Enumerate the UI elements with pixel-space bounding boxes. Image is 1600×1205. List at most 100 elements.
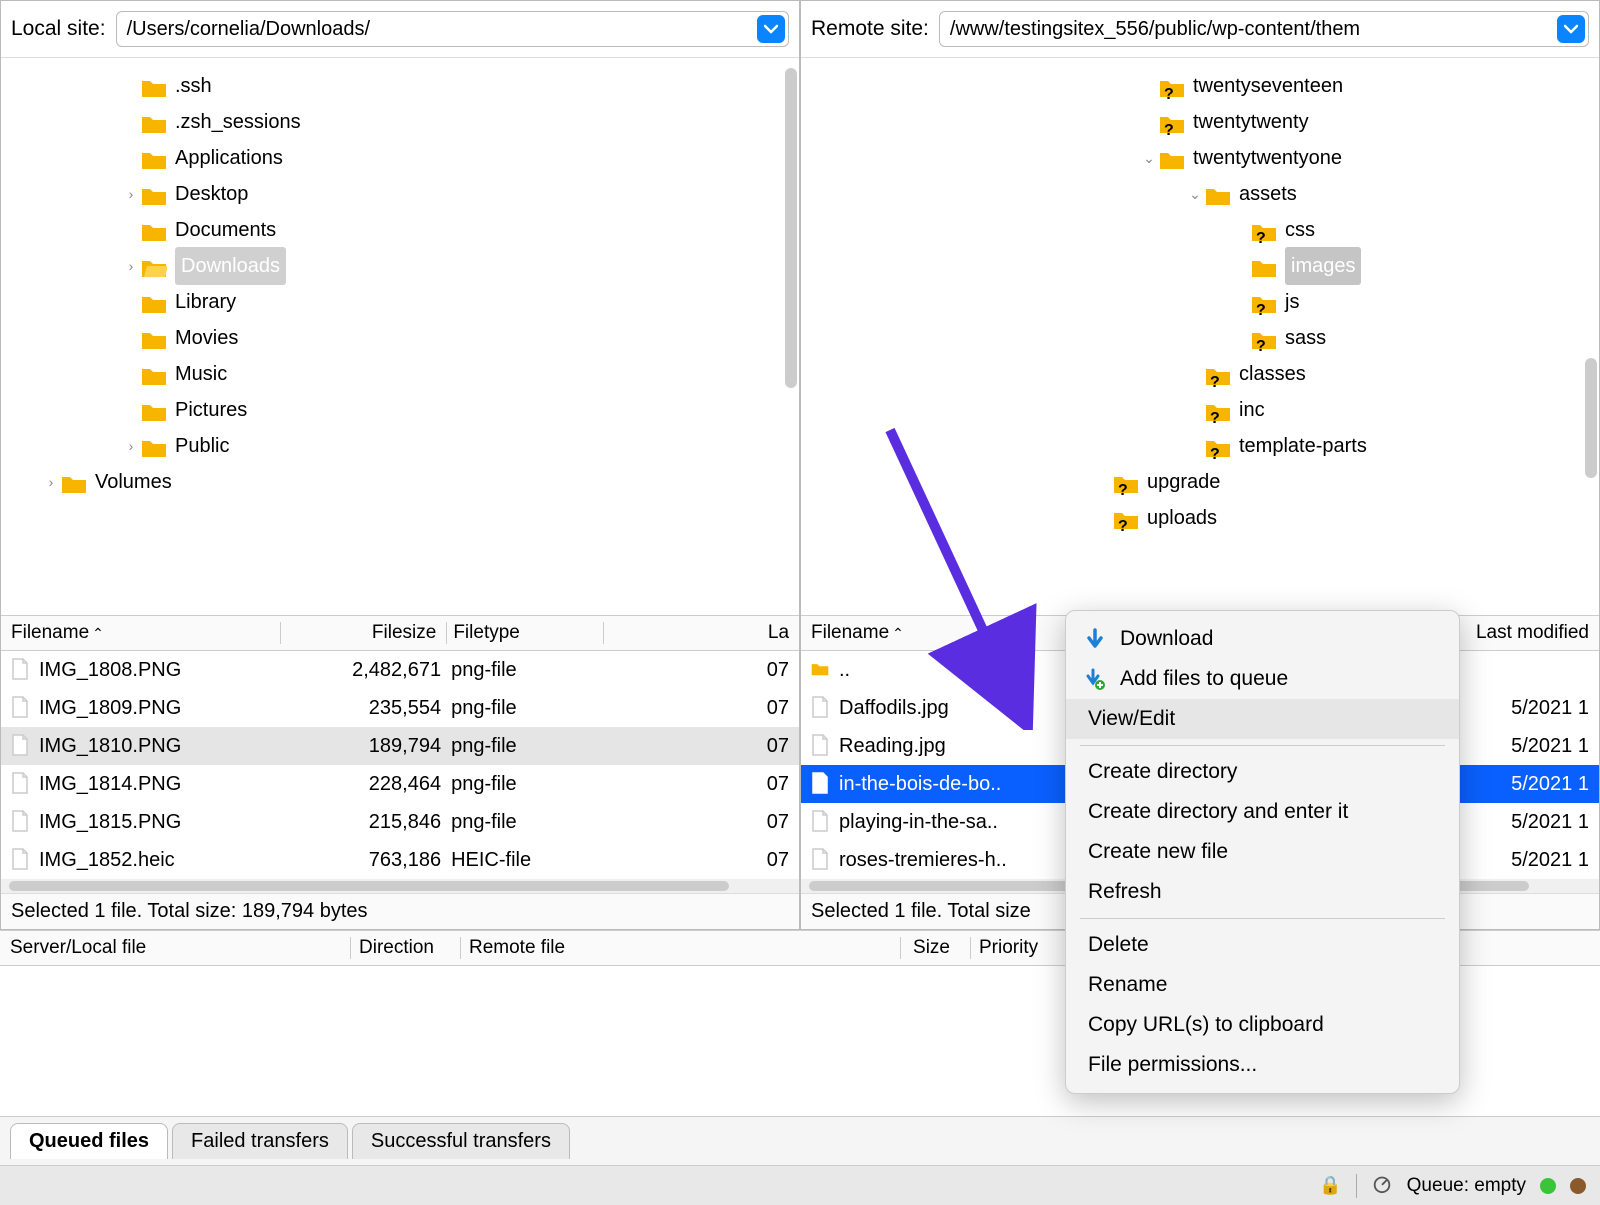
menu-copy-url[interactable]: Copy URL(s) to clipboard [1066, 1005, 1459, 1045]
tree-node[interactable]: ⌄assets [801, 176, 1599, 212]
menu-refresh[interactable]: Refresh [1066, 872, 1459, 912]
file-row[interactable]: IMG_1810.PNG189,794png-file07 [1, 727, 799, 765]
file-name: Daffodils.jpg [839, 697, 949, 720]
add-queue-icon [1084, 668, 1106, 690]
folder-icon [141, 75, 167, 97]
file-row[interactable]: IMG_1809.PNG235,554png-file07 [1, 689, 799, 727]
file-icon [811, 734, 831, 758]
folder-icon [141, 255, 167, 277]
tree-node[interactable]: ?template-parts [801, 428, 1599, 464]
folder-icon [141, 219, 167, 241]
menu-permissions[interactable]: File permissions... [1066, 1045, 1459, 1085]
menu-label: File permissions... [1088, 1053, 1257, 1077]
file-size: 763,186 [287, 849, 451, 872]
qcol-size[interactable]: Size [900, 937, 970, 959]
folder-icon [141, 183, 167, 205]
tree-label: inc [1239, 392, 1265, 428]
tree-node[interactable]: Pictures [1, 392, 799, 428]
file-icon [811, 810, 831, 834]
disclosure-icon[interactable]: › [121, 428, 141, 464]
menu-delete[interactable]: Delete [1066, 925, 1459, 965]
remote-path-dropdown[interactable] [1557, 15, 1585, 43]
file-type: png-file [451, 697, 605, 720]
tree-node[interactable]: images [801, 248, 1599, 284]
tree-label: Music [175, 356, 227, 392]
disclosure-icon[interactable]: ⌄ [1139, 140, 1159, 176]
scrollbar[interactable] [785, 68, 797, 388]
local-status: Selected 1 file. Total size: 189,794 byt… [1, 893, 799, 929]
folder-icon: ? [1159, 75, 1185, 97]
tab-queued[interactable]: Queued files [10, 1123, 168, 1159]
tree-node[interactable]: ›Downloads [1, 248, 799, 284]
local-path-dropdown[interactable] [757, 15, 785, 43]
tree-node[interactable]: Applications [1, 140, 799, 176]
menu-add-queue[interactable]: Add files to queue [1066, 659, 1459, 699]
disclosure-icon[interactable]: › [121, 176, 141, 212]
menu-create-file[interactable]: Create new file [1066, 832, 1459, 872]
qcol-remote[interactable]: Remote file [460, 937, 900, 959]
tree-node[interactable]: Music [1, 356, 799, 392]
file-row[interactable]: IMG_1814.PNG228,464png-file07 [1, 765, 799, 803]
folder-icon [811, 658, 831, 682]
file-row[interactable]: IMG_1852.heic763,186HEIC-file07 [1, 841, 799, 879]
file-mod: 07 [605, 735, 789, 758]
file-type: HEIC-file [451, 849, 605, 872]
tree-node[interactable]: › Public [1, 428, 799, 464]
disclosure-icon[interactable]: ⌄ [1185, 176, 1205, 212]
disclosure-icon[interactable]: › [41, 464, 61, 500]
tab-success[interactable]: Successful transfers [352, 1123, 570, 1159]
tab-failed[interactable]: Failed transfers [172, 1123, 348, 1159]
menu-create-dir[interactable]: Create directory [1066, 752, 1459, 792]
tree-node[interactable]: .ssh [1, 68, 799, 104]
tree-node[interactable]: Movies [1, 320, 799, 356]
tree-node[interactable]: Documents [1, 212, 799, 248]
tree-node[interactable]: ?inc [801, 392, 1599, 428]
tree-node[interactable]: ?classes [801, 356, 1599, 392]
qcol-direction[interactable]: Direction [350, 937, 460, 959]
col-filename[interactable]: Filename [11, 622, 89, 644]
col-filetype[interactable]: Filetype [446, 622, 602, 644]
folder-icon: ? [1113, 471, 1139, 493]
folder-icon: ? [1251, 327, 1277, 349]
queue-status: Queue: empty [1407, 1175, 1526, 1197]
menu-create-dir-enter[interactable]: Create directory and enter it [1066, 792, 1459, 832]
scrollbar[interactable] [1585, 358, 1597, 478]
tree-node[interactable]: ⌄twentytwentyone [801, 140, 1599, 176]
folder-icon [141, 111, 167, 133]
local-site-input[interactable]: /Users/cornelia/Downloads/ [116, 11, 789, 47]
local-file-list[interactable]: IMG_1808.PNG2,482,671png-file07IMG_1809.… [1, 651, 799, 879]
tree-node[interactable]: ?sass [801, 320, 1599, 356]
qcol-serverlocal[interactable]: Server/Local file [10, 937, 350, 959]
remote-tree[interactable]: ?twentyseventeen?twentytwenty⌄twentytwen… [801, 57, 1599, 615]
tree-node[interactable]: ›Volumes [1, 464, 799, 500]
file-size: 2,482,671 [287, 659, 451, 682]
menu-view-edit[interactable]: View/Edit [1066, 699, 1459, 739]
file-name: Reading.jpg [839, 735, 946, 758]
tree-node[interactable]: ?twentytwenty [801, 104, 1599, 140]
qcol-priority[interactable]: Priority [970, 937, 1058, 959]
file-row[interactable]: IMG_1815.PNG215,846png-file07 [1, 803, 799, 841]
menu-rename[interactable]: Rename [1066, 965, 1459, 1005]
col-lastmod[interactable]: La [603, 622, 789, 644]
remote-site-input[interactable]: /www/testingsitex_556/public/wp-content/… [939, 11, 1589, 47]
local-file-header[interactable]: Filename ⌃ Filesize Filetype La [1, 615, 799, 651]
disclosure-icon[interactable]: › [121, 248, 141, 284]
tree-node[interactable]: ?uploads [801, 500, 1599, 536]
local-tree[interactable]: .ssh.zsh_sessionsApplications›DesktopDoc… [1, 57, 799, 615]
hscrollbar[interactable] [1, 879, 799, 893]
menu-label: Create new file [1088, 840, 1228, 864]
tree-node[interactable]: .zsh_sessions [1, 104, 799, 140]
tree-node[interactable]: ?twentyseventeen [801, 68, 1599, 104]
tree-label: Documents [175, 212, 276, 248]
menu-download[interactable]: Download [1066, 619, 1459, 659]
tree-node[interactable]: Library [1, 284, 799, 320]
col-filesize[interactable]: Filesize [280, 622, 446, 644]
file-icon [11, 848, 31, 872]
tree-label: Public [175, 428, 229, 464]
tree-node[interactable]: ›Desktop [1, 176, 799, 212]
tree-node[interactable]: ?upgrade [801, 464, 1599, 500]
tree-node[interactable]: ?css [801, 212, 1599, 248]
tree-node[interactable]: ?js [801, 284, 1599, 320]
col-filename[interactable]: Filename [811, 622, 889, 644]
file-row[interactable]: IMG_1808.PNG2,482,671png-file07 [1, 651, 799, 689]
